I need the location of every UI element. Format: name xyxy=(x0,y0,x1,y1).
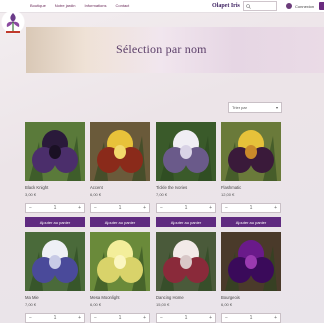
decrease-quantity-icon[interactable]: − xyxy=(225,205,228,211)
increase-quantity-icon[interactable]: + xyxy=(78,205,81,211)
decrease-quantity-icon[interactable]: − xyxy=(94,315,97,321)
add-to-cart-button[interactable]: Ajouter au panier xyxy=(156,217,216,227)
quantity-value[interactable]: 1 xyxy=(185,205,188,211)
search-icon xyxy=(246,3,251,9)
quantity-stepper[interactable]: − 1 + xyxy=(90,313,150,323)
product-price: 7,00 € xyxy=(25,302,37,307)
decrease-quantity-icon[interactable]: − xyxy=(29,205,32,211)
decrease-quantity-icon[interactable]: − xyxy=(225,315,228,321)
product-image[interactable] xyxy=(25,122,85,181)
top-navigation-bar: Boutique Notre jardin Informations Conta… xyxy=(0,0,324,13)
product-price: 6,00 € xyxy=(221,302,233,307)
iris-flower-image xyxy=(156,122,216,181)
main-nav: Boutique Notre jardin Informations Conta… xyxy=(30,3,129,8)
quantity-value[interactable]: 1 xyxy=(54,315,57,321)
product-image[interactable] xyxy=(156,122,216,181)
user-avatar-icon xyxy=(286,3,292,9)
nav-item-boutique[interactable]: Boutique xyxy=(30,3,46,8)
product-image[interactable] xyxy=(90,122,150,181)
product-image[interactable] xyxy=(90,232,150,291)
product-card[interactable]: Accent 6,00 € − 1 + Ajouter au panier xyxy=(90,122,150,227)
product-card[interactable]: Dancing Home 15,00 € − 1 + Ajouter au pa… xyxy=(156,232,216,323)
product-image[interactable] xyxy=(221,122,281,181)
quantity-value[interactable]: 1 xyxy=(119,205,122,211)
product-image[interactable] xyxy=(156,232,216,291)
add-to-cart-button[interactable]: Ajouter au panier xyxy=(25,217,85,227)
login-link[interactable]: Connexion xyxy=(286,3,314,9)
site-logo[interactable] xyxy=(0,6,26,46)
product-card[interactable]: Mesa Moonlight 6,00 € − 1 + Ajouter au p… xyxy=(90,232,150,323)
nav-item-notre-jardin[interactable]: Notre jardin xyxy=(55,3,76,8)
increase-quantity-icon[interactable]: + xyxy=(274,315,277,321)
brand-name[interactable]: Olapet Iris xyxy=(212,3,240,9)
product-card[interactable]: Black Knight 3,00 € − 1 + Ajouter au pan… xyxy=(25,122,85,227)
iris-flower-image xyxy=(25,232,85,291)
product-price: 3,00 € xyxy=(25,192,37,197)
increase-quantity-icon[interactable]: + xyxy=(209,205,212,211)
quantity-stepper[interactable]: − 1 + xyxy=(90,203,150,213)
iris-flower-image xyxy=(156,232,216,291)
product-name[interactable]: Flashmatic xyxy=(221,185,241,190)
increase-quantity-icon[interactable]: + xyxy=(143,315,146,321)
iris-flower-image xyxy=(90,232,150,291)
product-price: 7,00 € xyxy=(156,192,168,197)
decrease-quantity-icon[interactable]: − xyxy=(29,315,32,321)
iris-flower-image xyxy=(221,122,281,181)
product-name[interactable]: Ma Mie xyxy=(25,295,39,300)
quantity-value[interactable]: 1 xyxy=(185,315,188,321)
product-name[interactable]: Black Knight xyxy=(25,185,48,190)
increase-quantity-icon[interactable]: + xyxy=(78,315,81,321)
quantity-value[interactable]: 1 xyxy=(54,205,57,211)
product-card[interactable]: Bourgeois 6,00 € − 1 + Ajouter au panier xyxy=(221,232,281,323)
product-card[interactable]: Flashmatic 12,00 € − 1 + Ajouter au pani… xyxy=(221,122,281,227)
product-price: 6,00 € xyxy=(90,302,102,307)
iris-flower-image xyxy=(221,232,281,291)
decrease-quantity-icon[interactable]: − xyxy=(160,315,163,321)
product-name[interactable]: Bourgeois xyxy=(221,295,240,300)
quantity-stepper[interactable]: − 1 + xyxy=(25,203,85,213)
quantity-value[interactable]: 1 xyxy=(119,315,122,321)
nav-item-informations[interactable]: Informations xyxy=(84,3,106,8)
product-image[interactable] xyxy=(221,232,281,291)
product-price: 6,00 € xyxy=(90,192,102,197)
nav-item-contact[interactable]: Contact xyxy=(116,3,130,8)
product-price: 12,00 € xyxy=(221,192,235,197)
login-label: Connexion xyxy=(295,3,315,9)
increase-quantity-icon[interactable]: + xyxy=(274,205,277,211)
increase-quantity-icon[interactable]: + xyxy=(143,205,146,211)
product-price: 15,00 € xyxy=(156,302,170,307)
increase-quantity-icon[interactable]: + xyxy=(209,315,212,321)
product-image[interactable] xyxy=(25,232,85,291)
quantity-stepper[interactable]: − 1 + xyxy=(156,203,216,213)
iris-logo-icon xyxy=(6,13,20,33)
search-input[interactable] xyxy=(243,1,277,11)
product-name[interactable]: Dancing Home xyxy=(156,295,184,300)
product-card[interactable]: Tickle the Ivories 7,00 € − 1 + Ajouter … xyxy=(156,122,216,227)
decrease-quantity-icon[interactable]: − xyxy=(160,205,163,211)
quantity-value[interactable]: 1 xyxy=(250,315,253,321)
product-name[interactable]: Tickle the Ivories xyxy=(156,185,187,190)
iris-flower-image xyxy=(25,122,85,181)
sort-dropdown[interactable]: Trier par ▾ xyxy=(228,102,282,113)
product-name[interactable]: Mesa Moonlight xyxy=(90,295,120,300)
quantity-stepper[interactable]: − 1 + xyxy=(221,313,281,323)
sort-label: Trier par xyxy=(232,105,247,110)
product-name[interactable]: Accent xyxy=(90,185,103,190)
chevron-down-icon: ▾ xyxy=(275,105,278,110)
quantity-stepper[interactable]: − 1 + xyxy=(25,313,85,323)
cart-icon[interactable] xyxy=(319,2,324,10)
quantity-value[interactable]: 1 xyxy=(250,205,253,211)
product-card[interactable]: Ma Mie 7,00 € − 1 + Ajouter au panier xyxy=(25,232,85,323)
quantity-stepper[interactable]: − 1 + xyxy=(221,203,281,213)
add-to-cart-button[interactable]: Ajouter au panier xyxy=(221,217,281,227)
decrease-quantity-icon[interactable]: − xyxy=(94,205,97,211)
page-title: Sélection par nom xyxy=(116,42,207,56)
add-to-cart-button[interactable]: Ajouter au panier xyxy=(90,217,150,227)
iris-flower-image xyxy=(90,122,150,181)
quantity-stepper[interactable]: − 1 + xyxy=(156,313,216,323)
